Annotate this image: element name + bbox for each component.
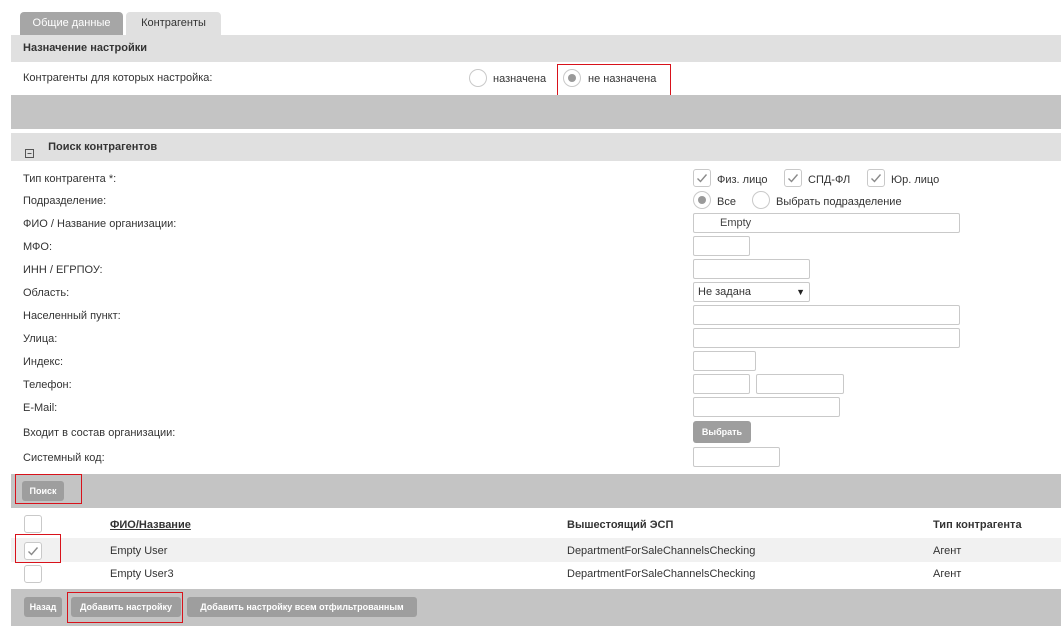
row-checkbox[interactable] <box>24 565 42 583</box>
minus-square-icon[interactable] <box>25 142 35 159</box>
row-checkbox-highlight <box>15 534 61 563</box>
select-all-checkbox[interactable] <box>24 515 42 533</box>
inn-label: ИНН / ЕГРПОУ: <box>23 264 103 276</box>
row-parent: DepartmentForSaleChannelsChecking <box>567 568 756 580</box>
name-input[interactable]: Empty <box>693 213 960 233</box>
division-all-radio[interactable] <box>693 191 711 209</box>
not-assigned-highlight <box>557 64 671 96</box>
division-label: Подразделение: <box>23 195 107 207</box>
division-select-label: Выбрать подразделение <box>776 196 902 208</box>
email-input[interactable] <box>693 397 840 417</box>
type-label: Тип контрагента *: <box>23 173 117 185</box>
city-label: Населенный пункт: <box>23 310 121 322</box>
check-icon <box>788 174 799 183</box>
type-spd-checkbox[interactable] <box>784 169 802 187</box>
column-parent: Вышестоящий ЭСП <box>567 519 674 531</box>
tab-general-data[interactable]: Общие данные <box>20 12 123 35</box>
back-button-label: Назад <box>29 602 57 612</box>
division-select-radio[interactable] <box>752 191 770 209</box>
column-type: Тип контрагента <box>933 519 1022 531</box>
add-setting-all-button[interactable]: Добавить настройку всем отфильтрованным <box>187 597 417 617</box>
assignment-question: Контрагенты для которых настройка: <box>23 72 213 84</box>
row-type: Агент <box>933 545 962 557</box>
check-icon <box>871 174 882 183</box>
org-select-button[interactable]: Выбрать <box>693 421 751 443</box>
assignment-header: Назначение настройки <box>11 35 1061 62</box>
city-input[interactable] <box>693 305 960 325</box>
search-header[interactable]: Поиск контрагентов <box>11 133 1061 161</box>
dropdown-arrow-icon: ▼ <box>796 287 805 297</box>
back-button[interactable]: Назад <box>24 597 62 617</box>
type-individual-checkbox[interactable] <box>693 169 711 187</box>
index-input[interactable] <box>693 351 756 371</box>
region-select-value: Не задана <box>698 286 752 298</box>
tab-counterparties-label: Контрагенты <box>141 17 206 29</box>
division-all-label: Все <box>717 196 736 208</box>
assigned-radio[interactable] <box>469 69 487 87</box>
add-setting-all-button-label: Добавить настройку всем отфильтрованным <box>200 602 404 612</box>
column-name-label: ФИО/Название <box>110 519 191 531</box>
assignment-header-title: Назначение настройки <box>23 42 147 54</box>
org-select-button-label: Выбрать <box>701 427 743 437</box>
tab-general-data-label: Общие данные <box>32 17 111 29</box>
assignment-band <box>11 95 1061 129</box>
type-spd-label: СПД-ФЛ <box>808 174 851 186</box>
type-individual-label: Физ. лицо <box>717 174 768 186</box>
index-label: Индекс: <box>23 356 64 368</box>
row-name: Empty User <box>110 545 168 557</box>
phone-code-input[interactable] <box>693 374 750 394</box>
assigned-label: назначена <box>493 73 547 85</box>
name-label: ФИО / Название организации: <box>23 218 177 230</box>
search-button-highlight <box>15 474 82 504</box>
inn-input[interactable] <box>693 259 810 279</box>
row-type: Агент <box>933 568 962 580</box>
row-parent: DepartmentForSaleChannelsChecking <box>567 545 756 557</box>
column-name[interactable]: ФИО/Название <box>110 519 191 531</box>
type-legal-label: Юр. лицо <box>891 174 940 186</box>
org-label: Входит в состав организации: <box>23 427 176 439</box>
region-select[interactable]: Не задана ▼ <box>693 282 810 302</box>
street-label: Улица: <box>23 333 58 345</box>
syscode-label: Системный код: <box>23 452 105 464</box>
tab-counterparties[interactable]: Контрагенты <box>126 12 221 35</box>
search-band <box>11 474 1061 508</box>
phone-number-input[interactable] <box>756 374 844 394</box>
type-legal-checkbox[interactable] <box>867 169 885 187</box>
region-label: Область: <box>23 287 70 299</box>
email-label: E-Mail: <box>23 402 58 414</box>
check-icon <box>697 174 708 183</box>
row-name: Empty User3 <box>110 568 174 580</box>
street-input[interactable] <box>693 328 960 348</box>
table-row-highlight <box>11 538 1061 562</box>
search-header-title: Поиск контрагентов <box>48 141 158 153</box>
phone-label: Телефон: <box>23 379 72 391</box>
syscode-input[interactable] <box>693 447 780 467</box>
mfo-label: МФО: <box>23 241 53 253</box>
add-setting-highlight <box>67 592 183 623</box>
mfo-input[interactable] <box>693 236 750 256</box>
